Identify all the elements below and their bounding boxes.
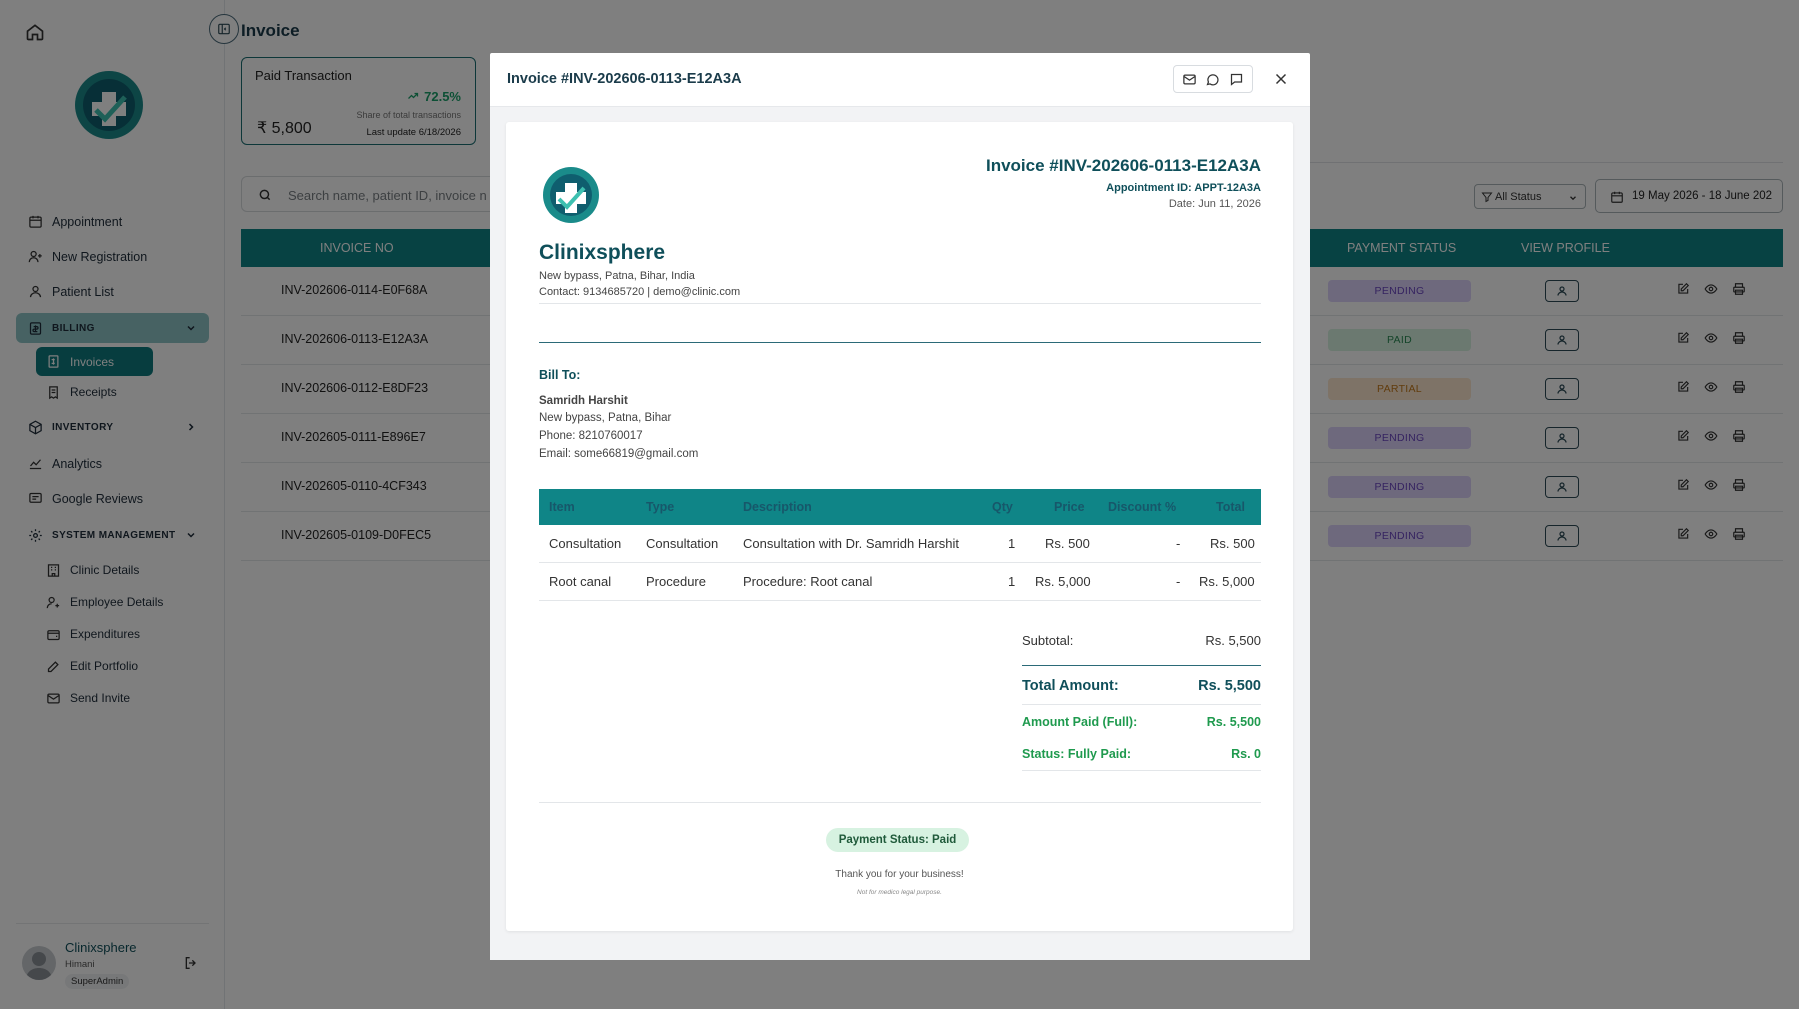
cell-discount: -: [1176, 574, 1181, 589]
amount-paid-value: Rs. 5,500: [1206, 715, 1261, 729]
cell-description: Procedure: Root canal: [743, 574, 873, 589]
clinic-name: Clinixsphere: [539, 241, 666, 264]
divider: [1022, 665, 1261, 666]
clinic-address: New bypass, Patna, Bihar, India: [539, 270, 695, 282]
cell-discount: -: [1176, 536, 1181, 551]
divider: [539, 342, 1261, 343]
cell-qty: 1: [1008, 574, 1016, 589]
invoice-document: Clinixsphere New bypass, Patna, Bihar, I…: [506, 122, 1293, 931]
whatsapp-icon[interactable]: [1205, 72, 1220, 87]
cell-qty: 1: [1008, 536, 1016, 551]
patient-phone: Phone: 8210760017: [539, 430, 643, 442]
modal-title: Invoice #INV-202606-0113-E12A3A: [507, 71, 742, 87]
thank-you-note: Thank you for your business!: [835, 869, 964, 880]
invoice-number: Invoice #INV-202606-0113-E12A3A: [985, 156, 1261, 175]
subtotal-value: Rs. 5,500: [1205, 633, 1261, 648]
patient-name: Samridh Harshit: [539, 395, 628, 407]
cell-price: Rs. 5,000: [1035, 574, 1091, 589]
col-type: Type: [646, 500, 675, 514]
clinic-contact: Contact: 9134685720 | demo@clinic.com: [539, 286, 741, 298]
col-total: Total: [1216, 500, 1245, 514]
divider: [1022, 704, 1261, 705]
bill-to-label: Bill To:: [539, 368, 581, 382]
appointment-id: Appointment ID: APPT-12A3A: [1106, 182, 1261, 194]
divider: [1022, 770, 1261, 771]
cell-type: Consultation: [646, 536, 719, 551]
subtotal-label: Subtotal:: [1022, 633, 1074, 648]
total-amount-value: Rs. 5,500: [1198, 678, 1261, 694]
modal-body: Clinixsphere New bypass, Patna, Bihar, I…: [490, 107, 1310, 960]
col-item: Item: [549, 500, 575, 514]
col-discount: Discount %: [1108, 500, 1177, 514]
cell-price: Rs. 500: [1045, 536, 1090, 551]
divider: [539, 303, 1261, 304]
line-item-row: Consultation Consultation Consultation w…: [539, 525, 1261, 563]
status-value: Rs. 0: [1231, 747, 1261, 761]
divider: [539, 802, 1261, 803]
patient-email: Email: some66819@gmail.com: [539, 448, 699, 460]
patient-address: New bypass, Patna, Bihar: [539, 412, 672, 424]
sms-icon[interactable]: [1229, 72, 1244, 87]
invoice-date: Date: Jun 11, 2026: [1168, 198, 1261, 210]
modal-header: Invoice #INV-202606-0113-E12A3A: [490, 53, 1310, 107]
amount-paid-label: Amount Paid (Full):: [1022, 715, 1138, 729]
cell-total: Rs. 5,000: [1199, 574, 1255, 589]
cell-item: Root canal: [549, 574, 612, 589]
email-icon[interactable]: [1182, 72, 1197, 87]
col-price: Price: [1054, 500, 1085, 514]
col-description: Description: [743, 500, 812, 514]
cell-item: Consultation: [549, 536, 622, 551]
share-actions: [1173, 65, 1253, 93]
cell-type: Procedure: [646, 574, 706, 589]
cell-description: Consultation with Dr. Samridh Harshit: [743, 536, 960, 551]
items-table-header: Item Type Description Qty Price Discount…: [539, 489, 1261, 525]
clinic-logo: [543, 167, 599, 223]
total-amount-label: Total Amount:: [1022, 678, 1119, 694]
status-label: Status: Fully Paid:: [1022, 747, 1132, 761]
close-icon[interactable]: [1272, 70, 1290, 88]
payment-status-badge: Payment Status: Paid: [826, 828, 969, 852]
col-qty: Qty: [992, 500, 1013, 514]
line-item-row: Root canal Procedure Procedure: Root can…: [539, 563, 1261, 601]
cell-total: Rs. 500: [1210, 536, 1255, 551]
disclaimer: Not for medico legal purpose.: [857, 889, 942, 896]
invoice-modal: Invoice #INV-202606-0113-E12A3A Clinixsp…: [490, 53, 1310, 960]
